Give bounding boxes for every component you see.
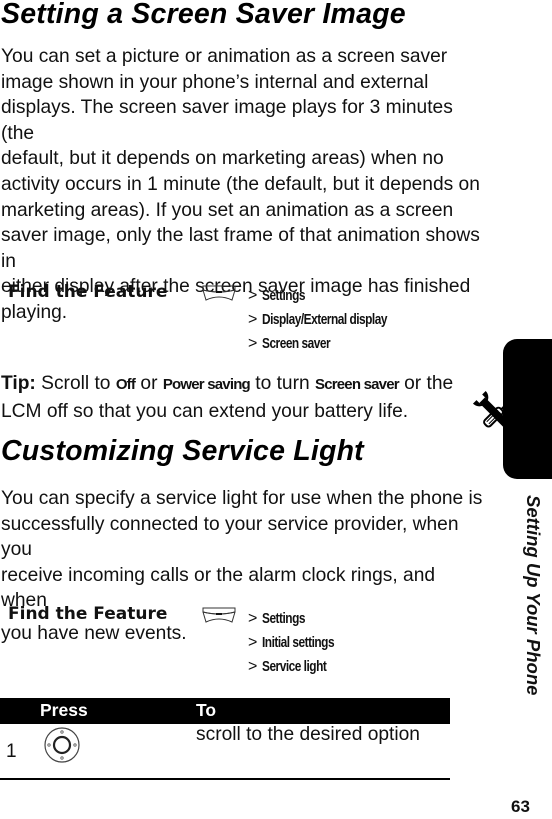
text-line: displays. The screen saver image plays f… (1, 97, 453, 144)
chapter-title-vertical: Setting Up Your Phone (518, 495, 548, 715)
path-step: > Initial settings (248, 634, 335, 651)
text-line: You can set a picture or animation as a … (1, 46, 448, 67)
tip-note: Tip: Scroll to Off or Power saving to tu… (1, 373, 454, 422)
tip-label: Tip: (1, 373, 36, 394)
section-title-screen-saver: Setting a Screen Saver Image (1, 0, 406, 30)
column-header-press: Press (40, 700, 88, 720)
text-line: marketing areas). If you set an animatio… (1, 199, 454, 221)
text-line: activity occurs in 1 minute (the default… (1, 173, 480, 195)
text-line: default, but it depends on marketing are… (1, 148, 444, 170)
feature-path-screen-saver: > Settings > Display/External display > Scr… (248, 284, 415, 356)
find-the-feature-label: Find the Feature (8, 604, 168, 624)
menu-key-icon (202, 607, 236, 623)
navigation-key-icon (44, 727, 80, 763)
text-line: You can specify a service light for use … (1, 488, 483, 509)
table-header: Press To (0, 698, 450, 724)
tools-icon (472, 390, 522, 440)
section-title-service-light: Customizing Service Light (1, 435, 364, 467)
text-line: you have new events. (1, 622, 187, 644)
text-line: saver image, only the last frame of that… (1, 225, 480, 272)
path-step: > Screen saver (248, 335, 331, 352)
find-the-feature-label: Find the Feature (8, 282, 168, 302)
table-divider (0, 778, 450, 780)
chapter-title-text: Setting Up Your Phone (523, 495, 544, 696)
text-line: image shown in your phone’s internal and… (1, 71, 429, 93)
column-header-to: To (196, 700, 217, 720)
feature-path-service-light: > Settings > Initial settings > Service lig… (248, 607, 350, 679)
step-number: 1 (6, 741, 17, 762)
path-step: > Service light (248, 658, 327, 675)
text-line: successfully connected to your service p… (1, 513, 459, 561)
path-step: > Settings (248, 610, 306, 627)
step-action: scroll to the desired option (196, 724, 420, 745)
path-step: > Settings (248, 287, 306, 304)
path-step: > Display/External display (248, 311, 388, 328)
page-number: 63 (511, 797, 530, 816)
menu-key-icon (202, 285, 236, 301)
